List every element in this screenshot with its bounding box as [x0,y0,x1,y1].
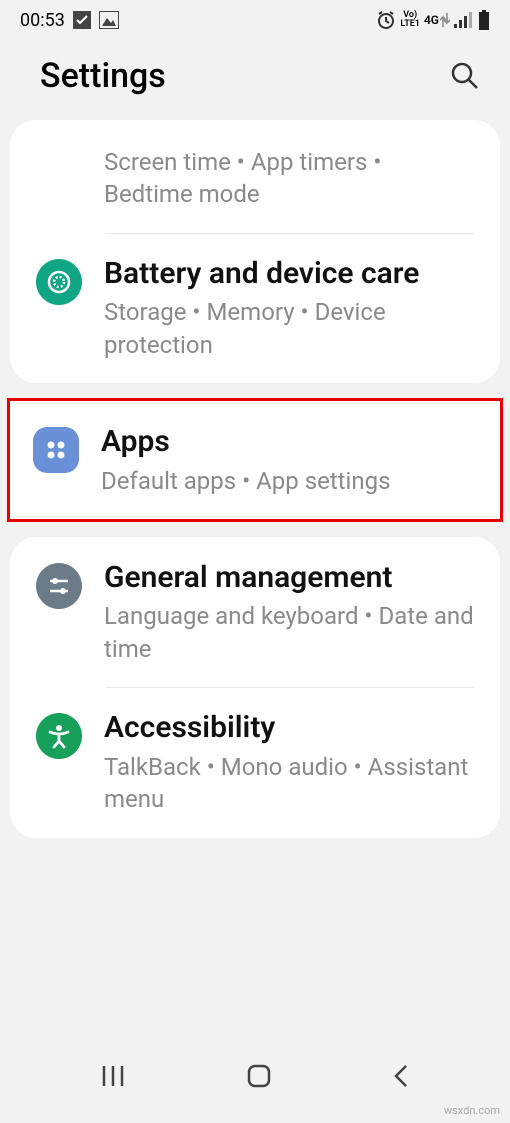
page-header: Settings [0,36,510,120]
settings-card-1: Screen time • App timers • Bedtime mode … [10,120,500,383]
search-icon[interactable] [450,61,480,91]
back-button[interactable] [392,1063,410,1089]
apps-icon [33,427,79,473]
item-title: Apps [101,423,477,461]
item-title: Accessibility [104,709,474,747]
settings-card-apps-highlighted: Apps Default apps • App settings [7,398,503,522]
status-right: Vo) LTE1 4G [376,10,490,30]
status-bar: 00:53 Vo) LTE1 4G [0,0,510,36]
device-care-icon [36,259,82,305]
battery-icon [478,10,490,30]
alarm-icon [376,10,396,30]
navigation-bar [0,1053,510,1099]
status-left: 00:53 [20,10,119,31]
recents-button[interactable] [100,1064,126,1088]
watermark: wsxdn.com [444,1104,500,1117]
item-digital-wellbeing[interactable]: Screen time • App timers • Bedtime mode [10,120,500,233]
item-subtitle: TalkBack • Mono audio • Assistant menu [104,751,474,816]
item-accessibility[interactable]: Accessibility TalkBack • Mono audio • As… [10,687,500,837]
network-indicator: 4G [424,13,450,27]
home-button[interactable] [246,1063,272,1089]
item-subtitle: Screen time • App timers • Bedtime mode [104,146,474,211]
item-general-management[interactable]: General management Language and keyboard… [10,537,500,687]
status-time: 00:53 [20,10,65,31]
signal-icon [454,12,474,28]
accessibility-icon [36,713,82,759]
item-battery-device-care[interactable]: Battery and device care Storage • Memory… [10,233,500,383]
settings-card-3: General management Language and keyboard… [10,537,500,838]
item-subtitle: Language and keyboard • Date and time [104,600,474,665]
item-subtitle: Default apps • App settings [101,465,477,497]
item-title: General management [104,559,474,597]
volte-indicator: Vo) LTE1 [400,11,420,29]
checkbox-icon [73,11,91,29]
page-title: Settings [40,56,166,96]
general-management-icon [36,563,82,609]
image-icon [99,11,119,29]
item-title: Battery and device care [104,255,474,293]
item-apps[interactable]: Apps Default apps • App settings [10,401,500,519]
item-subtitle: Storage • Memory • Device protection [104,296,474,361]
